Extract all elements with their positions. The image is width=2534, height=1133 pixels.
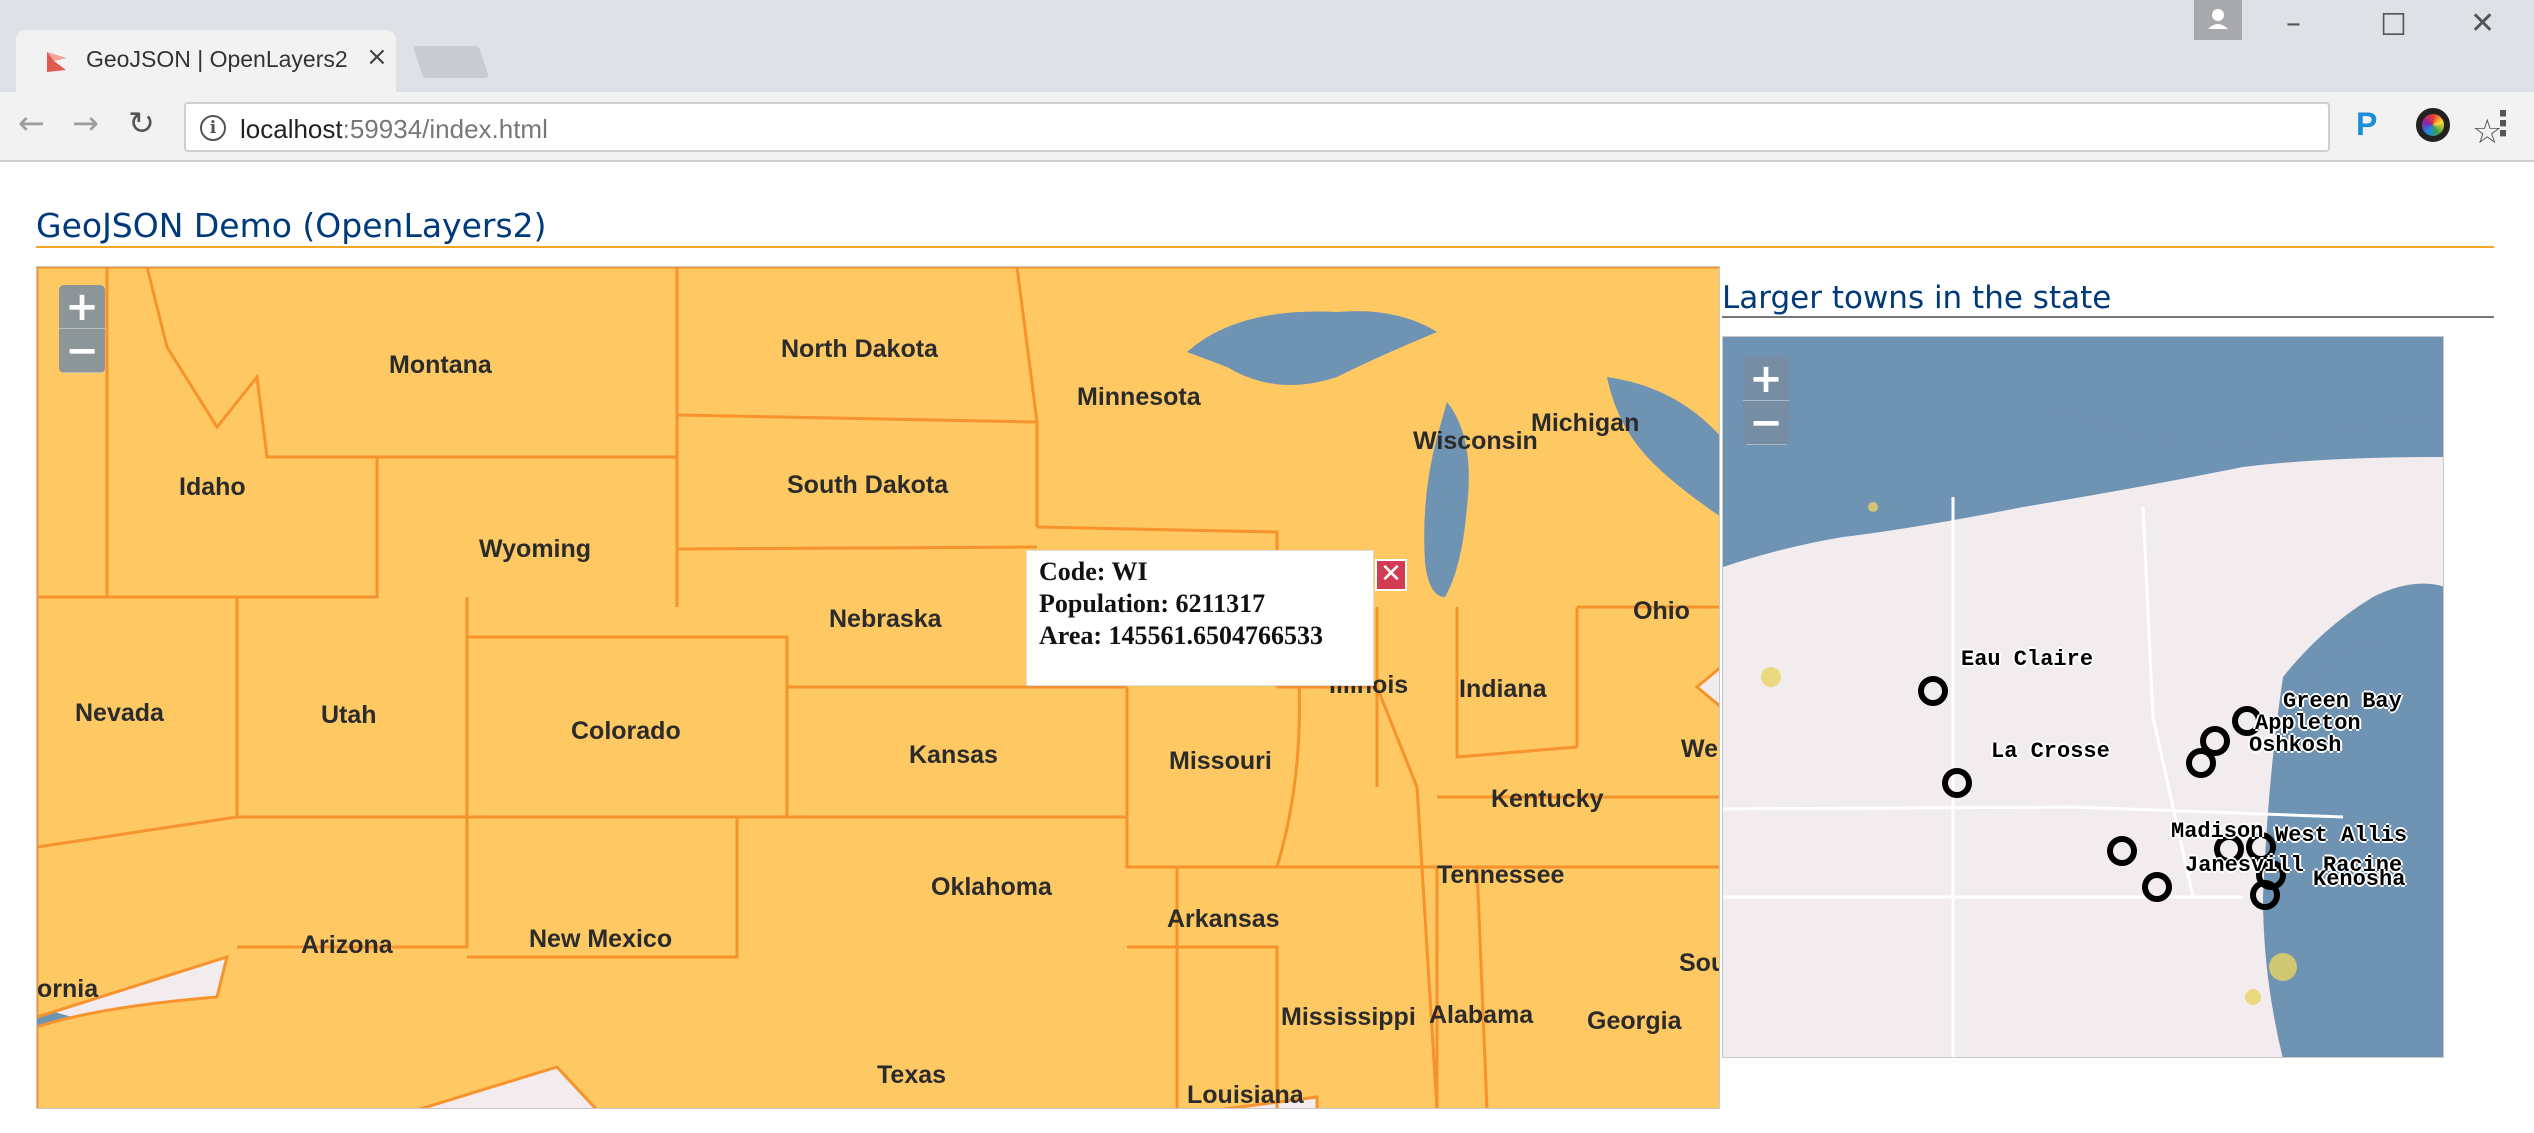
state-label: North Dakota: [781, 335, 938, 363]
state-label: Indiana: [1459, 675, 1547, 703]
menu-icon[interactable]: ⋮: [2486, 104, 2520, 144]
states-map-zoom-control: + −: [59, 285, 105, 373]
state-label: Michigan: [1531, 409, 1640, 437]
state-label: New Mexico: [529, 925, 673, 953]
state-label: Alabama: [1429, 1001, 1534, 1029]
town-label: Oshkosh: [2249, 733, 2342, 758]
state-label: Texas: [877, 1061, 947, 1089]
zoom-out-button[interactable]: −: [59, 329, 105, 373]
extension-camera-icon[interactable]: [2416, 108, 2450, 142]
state-label: Wyoming: [479, 535, 592, 563]
state-popup: Code: WI Population: 6211317 Area: 14556…: [1027, 551, 1373, 685]
title-bar: GeoJSON | OpenLayers2 × – ☐ ✕: [0, 0, 2534, 92]
url-text[interactable]: localhost:59934/index.html: [240, 114, 548, 145]
state-label: Montana: [389, 351, 492, 379]
state-label: Kansas: [909, 741, 998, 769]
state-label: Colorado: [571, 717, 681, 745]
town-label: West Allis: [2275, 823, 2408, 848]
openlayers-favicon-icon: [47, 52, 66, 72]
extension-p-icon[interactable]: P: [2356, 106, 2377, 143]
reload-icon[interactable]: ↻: [128, 104, 155, 142]
towns-title-divider: [1722, 316, 2494, 318]
town-label: Kenosha: [2313, 867, 2406, 892]
tab-title: GeoJSON | OpenLayers2: [86, 46, 348, 72]
address-bar[interactable]: i localhost:59934/index.html ☆: [184, 102, 2502, 152]
page-title: GeoJSON Demo (OpenLayers2): [36, 206, 547, 245]
new-tab-button[interactable]: [412, 46, 490, 78]
title-divider: [36, 246, 2494, 248]
state-label: Georgia: [1587, 1007, 1682, 1035]
town-label: Madison: [2171, 819, 2264, 844]
town-label: Janesvill: [2185, 853, 2304, 878]
state-label: South Dakota: [787, 471, 949, 499]
state-label: Arizona: [301, 931, 393, 959]
states-map[interactable]: Montana North Dakota Minnesota Wisconsin…: [36, 266, 1720, 1109]
state-label: ornia: [37, 975, 99, 1003]
back-icon[interactable]: ←: [18, 104, 45, 142]
zoom-in-button[interactable]: +: [59, 285, 105, 329]
state-label: Minnesota: [1077, 383, 1201, 411]
zoom-out-button[interactable]: −: [1743, 401, 1789, 445]
state-label: Oklahoma: [931, 873, 1052, 901]
forward-icon[interactable]: →: [72, 104, 99, 142]
state-label: Louisiana: [1187, 1081, 1304, 1109]
state-label: Arkansas: [1167, 905, 1280, 933]
zoom-in-button[interactable]: +: [1743, 357, 1789, 401]
state-label: Ohio: [1633, 597, 1690, 625]
browser-toolbar: ← → ↻ i localhost:59934/index.html ☆: [0, 92, 2534, 162]
browser-tab[interactable]: GeoJSON | OpenLayers2 ×: [16, 30, 396, 92]
state-label: Utah: [321, 701, 377, 729]
state-label: Mississippi: [1281, 1003, 1416, 1031]
state-label: Sout: [1679, 949, 1719, 977]
popup-population: Population: 6211317: [1039, 589, 1266, 618]
state-label: Tennessee: [1437, 861, 1565, 889]
site-info-icon[interactable]: i: [200, 115, 226, 141]
towns-map-zoom-control: + −: [1743, 357, 1789, 445]
maximize-icon[interactable]: ☐: [2380, 8, 2407, 43]
state-label: Nevada: [75, 699, 164, 727]
popup-close-icon[interactable]: ✕: [1375, 559, 1407, 591]
profile-icon[interactable]: [2194, 0, 2242, 40]
towns-map[interactable]: Eau Claire Green Bay Appleton Oshkosh La…: [1722, 336, 2444, 1058]
close-window-icon[interactable]: ✕: [2470, 6, 2495, 41]
tab-close-icon[interactable]: ×: [366, 44, 388, 70]
popup-code: Code: WI: [1039, 557, 1148, 586]
state-label: We: [1681, 735, 1719, 763]
towns-title: Larger towns in the state: [1722, 280, 2112, 316]
minimize-icon[interactable]: –: [2286, 6, 2301, 41]
state-label: Nebraska: [829, 605, 942, 633]
state-label: Idaho: [179, 473, 246, 501]
town-label: Eau Claire: [1961, 647, 2094, 672]
popup-area: Area: 145561.6504766533: [1039, 621, 1324, 650]
state-label: Missouri: [1169, 747, 1272, 775]
town-label: La Crosse: [1991, 739, 2110, 764]
state-label: Kentucky: [1491, 785, 1604, 813]
state-label: Wisconsin: [1413, 427, 1538, 455]
